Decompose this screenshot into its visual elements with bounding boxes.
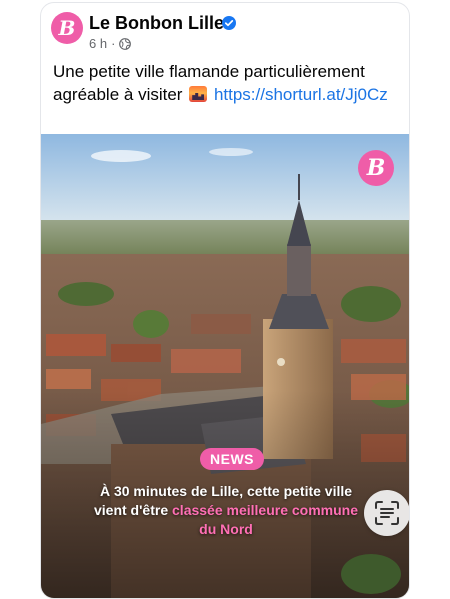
post-meta: 6 h · (89, 36, 132, 51)
avatar-letter: B (58, 16, 76, 40)
caption-line-2-start: vient d'être (93, 502, 173, 518)
page-name[interactable]: Le Bonbon Lille (89, 13, 224, 34)
page-avatar[interactable]: B (51, 12, 83, 44)
meta-separator: · (111, 36, 116, 51)
post-header: B Le Bonbon Lille 6 h · (41, 3, 409, 63)
image-caption: À 30 minutes de Lille, cette petite vill… (61, 482, 391, 539)
page: B Le Bonbon Lille 6 h · Une petite ville… (0, 0, 450, 599)
visual-search-button[interactable] (364, 490, 409, 536)
post-image[interactable]: B NEWS À 30 minutes de Lille, cette peti… (41, 134, 409, 598)
logo-letter: B (366, 155, 386, 181)
caption-line-1: À 30 minutes de Lille, cette petite vill… (99, 483, 353, 499)
bonbon-logo-badge: B (358, 150, 394, 186)
city-sunset-emoji (189, 86, 208, 102)
news-tag: NEWS (200, 448, 264, 470)
caption-line-3: du Nord (199, 521, 253, 537)
post-link[interactable]: https://shorturl.at/Jj0Cz (214, 85, 388, 104)
globe-icon (119, 37, 132, 50)
caption-line-2: vient d'être classée meilleure commune (61, 501, 391, 520)
facebook-post-card: B Le Bonbon Lille 6 h · Une petite ville… (40, 2, 410, 599)
caption-highlight: classée meilleure commune (172, 502, 359, 518)
post-text: Une petite ville flamande particulièreme… (53, 60, 393, 106)
visual-search-icon (375, 501, 399, 525)
post-time[interactable]: 6 h (89, 36, 107, 51)
verified-badge-icon (222, 16, 236, 30)
